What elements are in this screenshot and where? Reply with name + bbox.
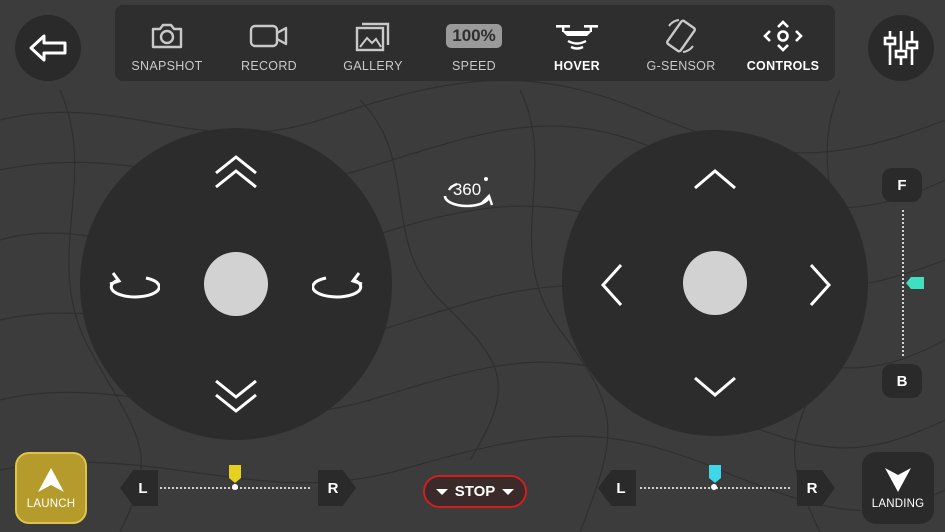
g-sensor-button[interactable]: G-SENSOR bbox=[633, 5, 729, 81]
gallery-icon bbox=[355, 22, 390, 52]
chevron-down-small-icon bbox=[435, 488, 448, 495]
rotate-counterclockwise-icon bbox=[109, 272, 160, 299]
left-trim-center-dot bbox=[232, 484, 238, 490]
rotate-clockwise-icon bbox=[312, 272, 363, 299]
backward-button[interactable] bbox=[685, 366, 745, 406]
stop-label: STOP bbox=[454, 483, 496, 500]
camera-icon bbox=[151, 23, 183, 49]
hover-label: HOVER bbox=[554, 59, 600, 73]
forward-back-trim-track[interactable] bbox=[902, 210, 904, 356]
rotate-right-button[interactable] bbox=[310, 264, 370, 308]
flip-360-button[interactable]: 360 bbox=[436, 168, 498, 214]
rotate-360-icon: 360 bbox=[443, 177, 494, 208]
launch-label: LAUNCH bbox=[26, 497, 76, 510]
backward-trim-label[interactable]: B bbox=[882, 364, 922, 398]
snapshot-label: SNAPSHOT bbox=[131, 59, 203, 73]
left-joystick-knob[interactable] bbox=[204, 252, 268, 316]
stop-button[interactable]: STOP bbox=[423, 475, 527, 508]
speed-button[interactable]: 100% SPEED bbox=[426, 5, 522, 81]
right-trim-indicator[interactable] bbox=[708, 464, 722, 484]
left-trim-indicator[interactable] bbox=[228, 464, 242, 484]
forward-back-trim-indicator[interactable] bbox=[906, 276, 926, 290]
forward-trim-label[interactable]: F bbox=[882, 168, 922, 202]
speed-label: SPEED bbox=[452, 59, 496, 73]
chevron-left-icon bbox=[600, 263, 623, 307]
forward-button[interactable] bbox=[685, 160, 745, 200]
controls-icon bbox=[763, 20, 803, 52]
launch-arrow-icon bbox=[38, 467, 64, 492]
right-button[interactable] bbox=[800, 260, 840, 310]
throttle-down-button[interactable] bbox=[206, 372, 266, 418]
g-sensor-label: G-SENSOR bbox=[646, 59, 716, 73]
drone-hover-icon bbox=[556, 25, 598, 50]
right-joystick[interactable] bbox=[562, 130, 868, 436]
left-joystick[interactable] bbox=[80, 128, 392, 440]
sliders-icon bbox=[883, 31, 919, 65]
chevron-down-small-icon bbox=[502, 488, 515, 495]
chevron-up-icon bbox=[694, 169, 736, 190]
landing-button[interactable]: LANDING bbox=[862, 452, 934, 524]
chevron-right-icon bbox=[809, 263, 832, 307]
double-chevron-down-icon bbox=[215, 379, 257, 413]
launch-button[interactable]: LAUNCH bbox=[15, 452, 87, 524]
right-joystick-knob[interactable] bbox=[683, 251, 747, 315]
record-button[interactable]: RECORD bbox=[221, 5, 317, 81]
rotate-left-button[interactable] bbox=[102, 264, 162, 308]
landing-arrow-icon bbox=[885, 467, 911, 492]
top-toolbar: SNAPSHOT RECORD GALLERY 100% SPEED HOVER… bbox=[115, 5, 835, 81]
flip-360-label: 360 bbox=[453, 180, 481, 199]
throttle-up-button[interactable] bbox=[206, 150, 266, 196]
video-camera-icon bbox=[249, 24, 288, 48]
left-button[interactable] bbox=[592, 260, 632, 310]
gallery-button[interactable]: GALLERY bbox=[325, 5, 421, 81]
controls-button[interactable]: CONTROLS bbox=[735, 5, 831, 81]
back-button[interactable] bbox=[15, 15, 81, 81]
gallery-label: GALLERY bbox=[343, 59, 403, 73]
landing-label: LANDING bbox=[871, 497, 925, 510]
record-label: RECORD bbox=[241, 59, 297, 73]
speed-badge: 100% bbox=[446, 24, 502, 48]
chevron-down-icon bbox=[694, 376, 736, 397]
phone-rotate-icon bbox=[666, 19, 696, 53]
double-chevron-up-icon bbox=[215, 155, 257, 189]
settings-button[interactable] bbox=[868, 15, 934, 81]
hover-button[interactable]: HOVER bbox=[529, 5, 625, 81]
snapshot-button[interactable]: SNAPSHOT bbox=[119, 5, 215, 81]
back-arrow-icon bbox=[29, 34, 67, 62]
controls-label: CONTROLS bbox=[746, 59, 820, 73]
right-trim-center-dot bbox=[711, 484, 717, 490]
